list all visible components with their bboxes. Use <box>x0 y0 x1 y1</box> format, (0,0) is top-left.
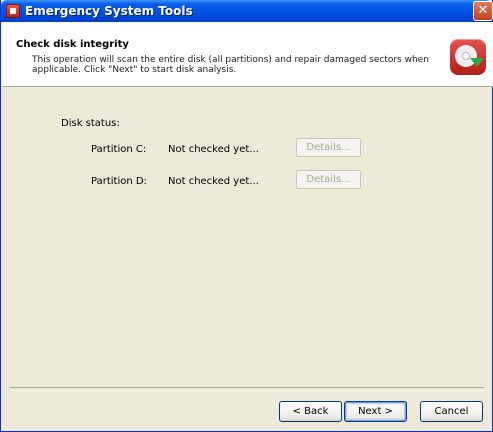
page-description: This operation will scan the entire disk… <box>32 55 429 75</box>
app-icon <box>6 4 20 18</box>
download-arrow-icon <box>470 58 484 67</box>
partition-d-label: Partition D: <box>91 176 147 187</box>
title-bar[interactable]: Emergency System Tools ✕ <box>1 0 493 22</box>
disk-status-label: Disk status: <box>61 118 120 129</box>
partition-d-status: Not checked yet... <box>168 176 259 187</box>
partition-c-status: Not checked yet... <box>168 144 259 155</box>
dialog-window: Emergency System Tools ✕ Check disk inte… <box>0 0 493 432</box>
partition-c-label: Partition C: <box>91 144 147 155</box>
close-button[interactable]: ✕ <box>473 1 493 21</box>
window-title: Emergency System Tools <box>25 4 193 18</box>
page-title: Check disk integrity <box>16 39 129 50</box>
back-button[interactable]: < Back <box>279 401 342 422</box>
next-button[interactable]: Next > <box>344 401 407 422</box>
disk-repair-icon <box>450 39 486 75</box>
partition-d-details-button[interactable]: Details... <box>296 170 361 189</box>
cancel-button[interactable]: Cancel <box>420 401 483 422</box>
footer-divider <box>10 387 484 391</box>
partition-c-details-button[interactable]: Details... <box>296 138 361 157</box>
header-panel: Check disk integrity This operation will… <box>2 22 493 87</box>
